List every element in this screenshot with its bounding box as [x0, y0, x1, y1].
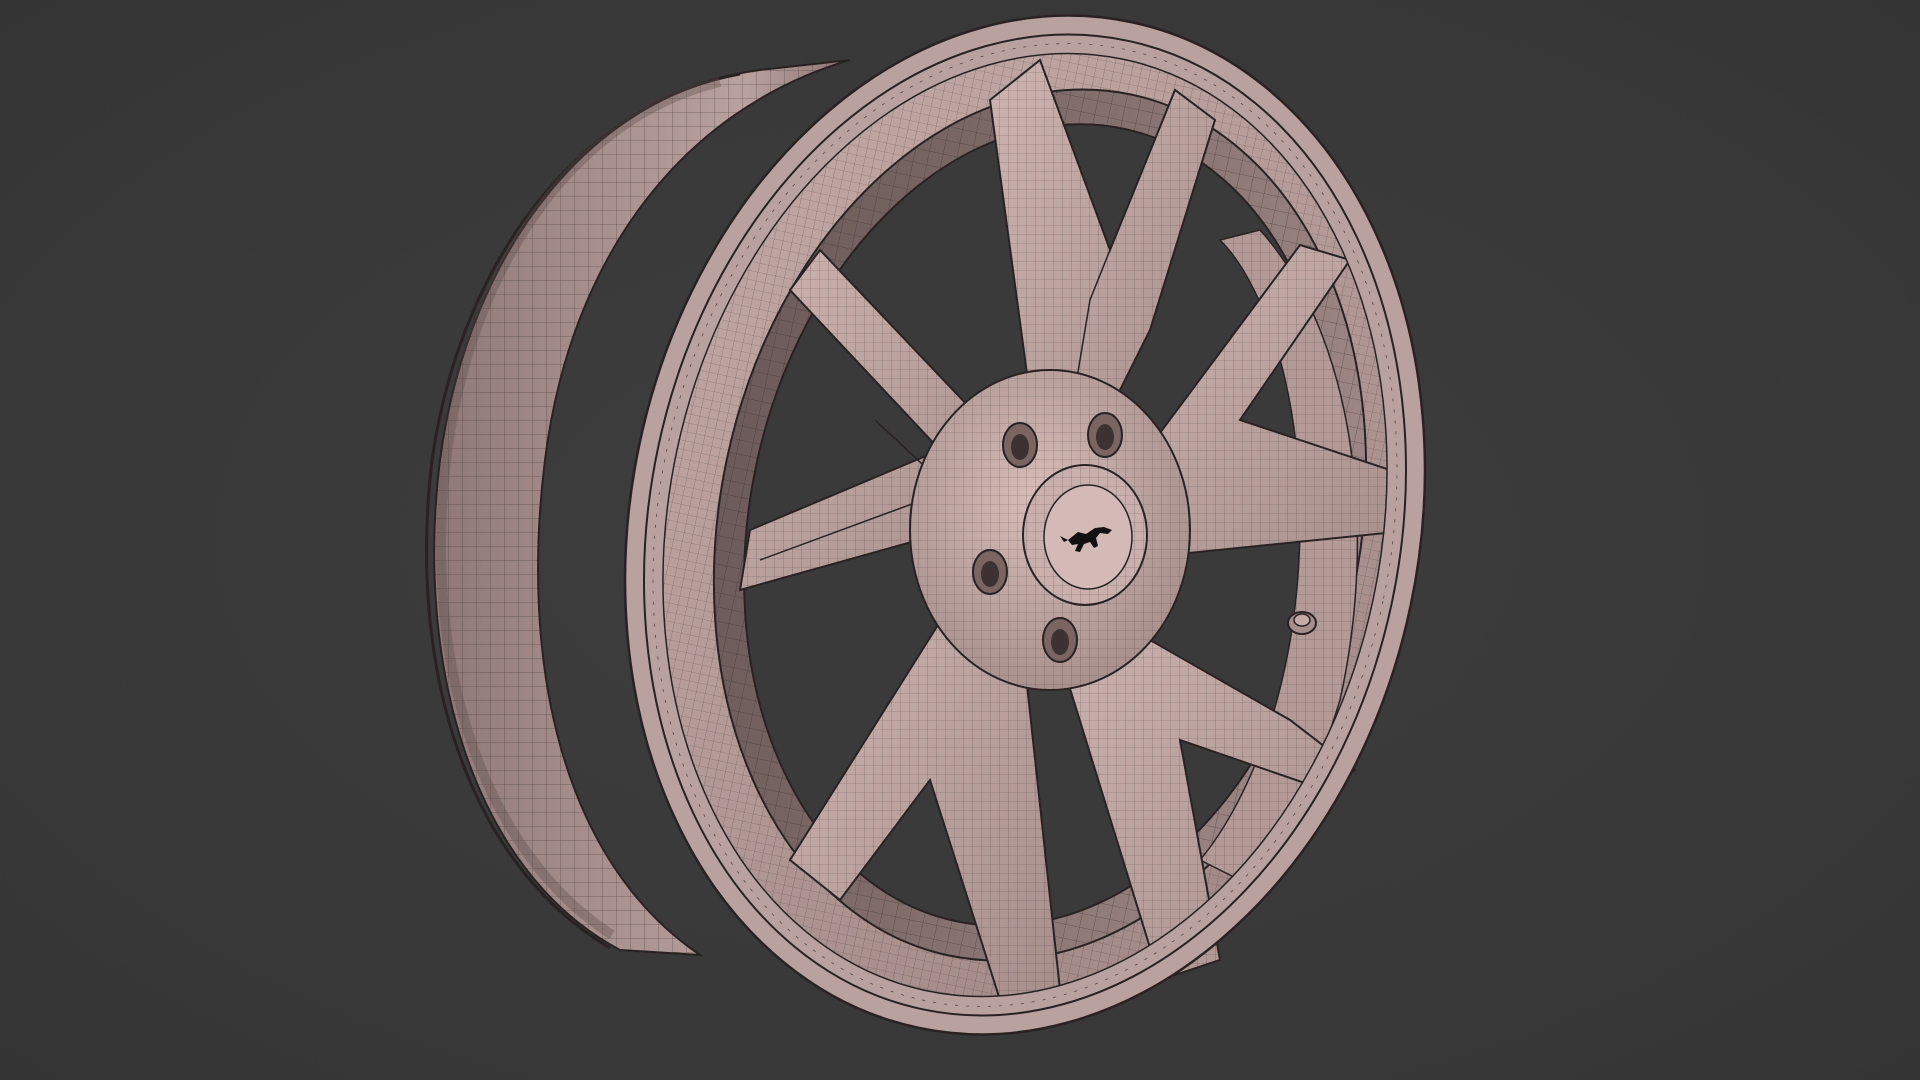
valve-stem: [1287, 611, 1317, 635]
wheel-hub: [909, 369, 1191, 691]
wheel-render: [425, 14, 1427, 1036]
3d-viewport[interactable]: [0, 0, 1920, 1080]
